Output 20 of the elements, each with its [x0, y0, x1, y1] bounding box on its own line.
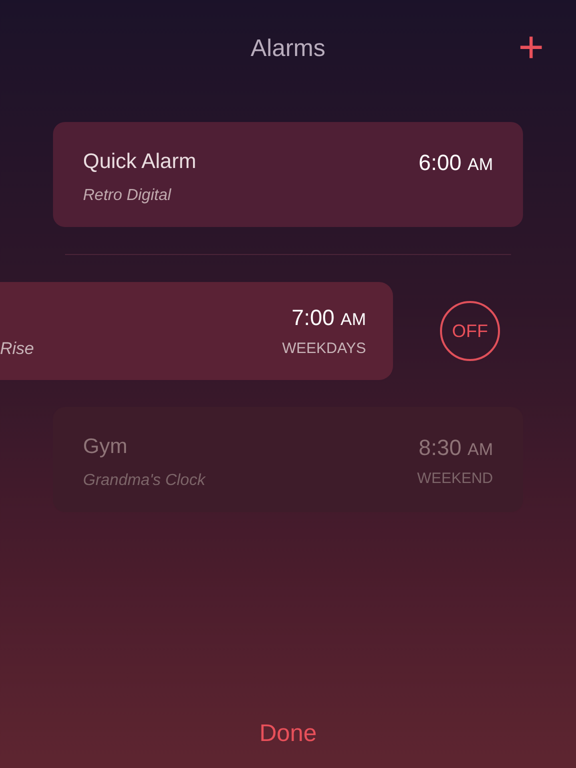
- add-button[interactable]: +: [518, 26, 544, 70]
- alarm-meridiem: AM: [468, 439, 493, 461]
- alarm-sound: Rise: [0, 338, 34, 360]
- alarm-card[interactable]: Quick Alarm Retro Digital 6:00 AM: [53, 122, 523, 227]
- alarm-meridiem: AM: [340, 309, 366, 332]
- alarm-time: 8:30: [418, 434, 462, 462]
- alarm-time: 6:00: [418, 149, 462, 177]
- alarm-repeat: WEEKDAYS: [282, 339, 366, 360]
- alarm-sound: Retro Digital: [83, 186, 172, 206]
- alarm-repeat: WEEKEND: [417, 469, 493, 489]
- alarm-sound: Grandma's Clock: [83, 470, 206, 490]
- off-button[interactable]: OFF: [440, 301, 500, 361]
- screen-title: Alarms: [250, 34, 326, 64]
- alarm-card[interactable]: Gym Grandma's Clock 8:30 AM WEEKEND: [53, 407, 523, 512]
- alarm-title: Gym: [83, 434, 128, 460]
- alarm-time: 7:00: [292, 304, 334, 332]
- done-button[interactable]: Done: [259, 716, 317, 752]
- alarm-title: Quick Alarm: [83, 149, 196, 175]
- alarm-meridiem: AM: [468, 154, 493, 176]
- alarm-card[interactable]: Rise 7:00 AM WEEKDAYS: [0, 282, 393, 380]
